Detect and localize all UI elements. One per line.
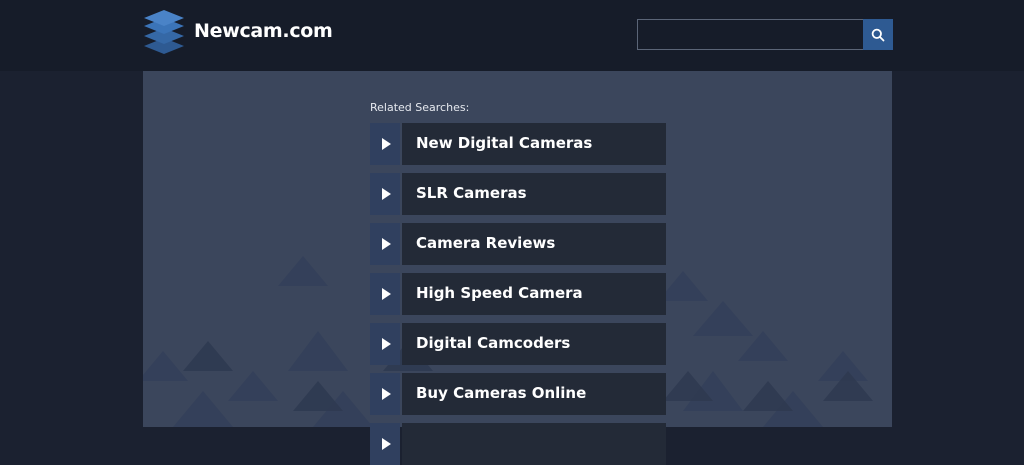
link-arrow-box[interactable] — [370, 423, 400, 465]
link-arrow-box[interactable] — [370, 273, 400, 315]
related-link-slr-cameras[interactable]: SLR Cameras — [370, 173, 666, 215]
play-arrow-icon — [381, 338, 391, 350]
link-label[interactable]: Camera Reviews — [416, 223, 555, 263]
link-text-box[interactable]: SLR Cameras — [402, 173, 666, 215]
link-text-box[interactable] — [402, 423, 666, 465]
search-input[interactable] — [637, 19, 863, 50]
site-header: Newcam.com — [0, 0, 1024, 71]
related-link-partial[interactable] — [370, 423, 666, 465]
related-link-new-digital-cameras[interactable]: New Digital Cameras — [370, 123, 666, 165]
link-arrow-box[interactable] — [370, 223, 400, 265]
link-arrow-box[interactable] — [370, 173, 400, 215]
logo-layers-icon[interactable] — [142, 8, 186, 56]
play-arrow-icon — [381, 438, 391, 450]
link-text-box[interactable]: New Digital Cameras — [402, 123, 666, 165]
play-arrow-icon — [381, 288, 391, 300]
related-link-camera-reviews[interactable]: Camera Reviews — [370, 223, 666, 265]
related-searches-label: Related Searches: — [370, 101, 470, 114]
related-link-digital-camcoders[interactable]: Digital Camcoders — [370, 323, 666, 365]
link-label[interactable]: New Digital Cameras — [416, 123, 592, 163]
link-text-box[interactable]: Camera Reviews — [402, 223, 666, 265]
link-text-box[interactable]: High Speed Camera — [402, 273, 666, 315]
link-text-box[interactable]: Digital Camcoders — [402, 323, 666, 365]
search-button[interactable] — [863, 19, 893, 50]
play-arrow-icon — [381, 188, 391, 200]
play-arrow-icon — [381, 138, 391, 150]
related-link-buy-cameras-online[interactable]: Buy Cameras Online — [370, 373, 666, 415]
link-label[interactable]: Digital Camcoders — [416, 323, 570, 363]
link-label[interactable]: High Speed Camera — [416, 273, 583, 313]
link-text-box[interactable]: Buy Cameras Online — [402, 373, 666, 415]
link-arrow-box[interactable] — [370, 123, 400, 165]
link-label[interactable]: Buy Cameras Online — [416, 373, 586, 413]
play-arrow-icon — [381, 238, 391, 250]
link-label[interactable]: SLR Cameras — [416, 173, 527, 213]
link-arrow-box[interactable] — [370, 373, 400, 415]
link-arrow-box[interactable] — [370, 323, 400, 365]
play-arrow-icon — [381, 388, 391, 400]
site-brand[interactable]: Newcam.com — [194, 20, 333, 42]
search-icon — [871, 28, 885, 41]
related-link-high-speed-camera[interactable]: High Speed Camera — [370, 273, 666, 315]
